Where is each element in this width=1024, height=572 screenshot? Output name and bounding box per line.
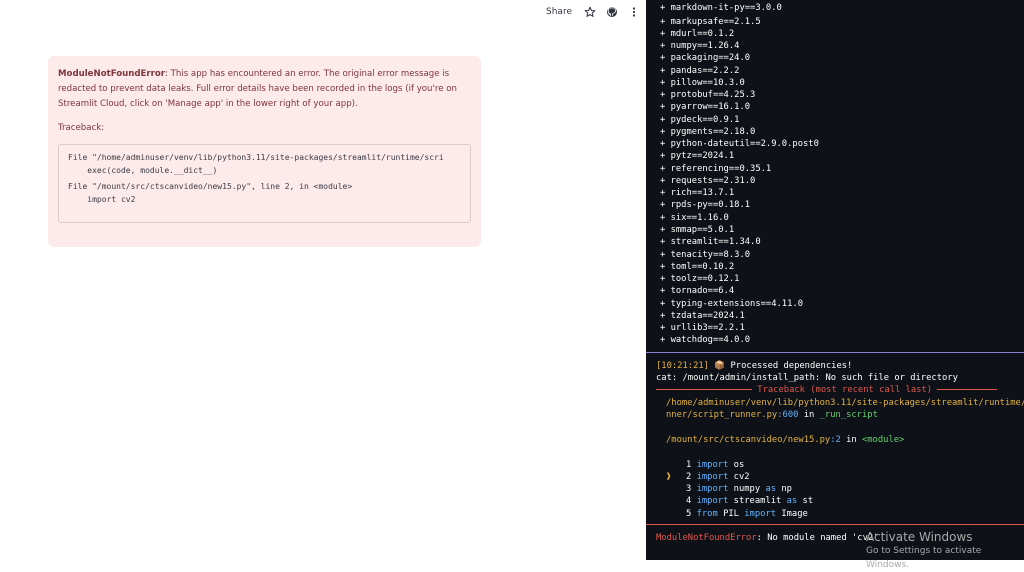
code-text: np xyxy=(776,484,792,494)
frame1-lineno: :600 xyxy=(777,410,799,420)
code-line-number: 2 xyxy=(686,472,692,482)
dependency-line: + protobuf==4.25.3 xyxy=(660,90,756,100)
watermark-title: Activate Windows xyxy=(866,530,973,544)
share-button[interactable]: Share xyxy=(546,7,572,17)
dependency-line: + pytz==2024.1 xyxy=(660,151,735,161)
dependency-line: + pandas==2.2.2 xyxy=(660,66,740,76)
traceback-line: import cv2 xyxy=(68,194,136,204)
error-alert: ModuleNotFoundError: This app has encoun… xyxy=(48,56,481,247)
dependency-line: + markupsafe==2.1.5 xyxy=(660,17,761,27)
dependency-line: + python-dateutil==2.9.0.post0 xyxy=(660,139,819,149)
dependency-line: + typing-extensions==4.11.0 xyxy=(660,299,803,309)
frame1-file: nner/script_runner.py xyxy=(666,410,778,420)
activate-windows-watermark: Activate Windows Go to Settings to activ… xyxy=(866,530,1024,572)
code-keyword: import xyxy=(696,460,729,470)
current-line-arrow-icon: ❱ xyxy=(666,472,672,482)
frame1-in: in xyxy=(798,410,820,420)
error-message: ModuleNotFoundError: This app has encoun… xyxy=(58,67,471,112)
frame2-lineno: :2 xyxy=(830,435,841,445)
processed-text: 📦 Processed dependencies! xyxy=(714,361,853,371)
code-keyword: import xyxy=(696,484,729,494)
frame2-function: <module> xyxy=(861,435,905,445)
frame2-file: /mount/src/ctscanvideo/new15.py xyxy=(666,435,831,445)
dependency-line: + markdown-it-py==3.0.0 xyxy=(660,3,782,13)
traceback-header: Traceback (most recent call last) xyxy=(656,384,1024,396)
traceback-label: Traceback: xyxy=(58,123,105,133)
dependency-line: + toml==0.10.2 xyxy=(660,262,735,272)
frame1-function: _run_script xyxy=(819,410,878,420)
traceback-bottom-border xyxy=(646,524,1024,525)
dependency-line: + tenacity==8.3.0 xyxy=(660,250,751,260)
dependency-line: + mdurl==0.1.2 xyxy=(660,29,735,39)
final-error-message: : No module named 'cv2' xyxy=(756,533,879,543)
dependency-line: + pyarrow==16.1.0 xyxy=(660,102,751,112)
star-icon[interactable] xyxy=(584,6,596,18)
dependency-line: + smmap==5.0.1 xyxy=(660,225,735,235)
dependency-line: + six==1.16.0 xyxy=(660,213,729,223)
dependency-line: + watchdog==4.0.0 xyxy=(660,335,751,345)
traceback-code-block[interactable]: File "/home/adminuser/venv/lib/python3.1… xyxy=(58,144,471,223)
log-timestamp: [10:21:21] xyxy=(656,361,709,371)
dependency-line: + rich==13.7.1 xyxy=(660,188,735,198)
github-icon[interactable] xyxy=(606,6,618,18)
final-error-line: ModuleNotFoundError: No module named 'cv… xyxy=(656,532,878,544)
code-keyword: as xyxy=(786,496,798,506)
log-divider xyxy=(646,352,1024,353)
code-text: Image xyxy=(776,509,808,519)
code-text: numpy xyxy=(728,484,766,494)
code-line: 3 import numpy as np xyxy=(666,483,792,495)
code-line-highlighted: ❱ 2 import cv2 xyxy=(666,471,750,483)
dependency-line: + tzdata==2024.1 xyxy=(660,311,745,321)
frame2-in: in xyxy=(840,435,862,445)
dependency-line: + requests==2.31.0 xyxy=(660,176,756,186)
code-text: st xyxy=(797,496,814,506)
code-line-number: 4 xyxy=(686,496,692,506)
dependency-line: + streamlit==1.34.0 xyxy=(660,237,761,247)
code-line-number: 1 xyxy=(686,460,692,470)
app-main-area: Share ModuleNotFoundError: This app has … xyxy=(0,0,646,560)
code-line: 5 from PIL import Image xyxy=(666,508,808,520)
traceback-line: exec(code, module.__dict__) xyxy=(68,165,218,175)
dependency-line: + pygments==2.18.0 xyxy=(660,127,756,137)
traceback-line: File "/mount/src/ctscanvideo/new15.py", … xyxy=(68,182,353,191)
code-text: PIL xyxy=(717,509,745,519)
cat-error-line: cat: /mount/admin/install_path: No such … xyxy=(656,373,958,383)
code-line: 1 import os xyxy=(666,459,744,471)
frame2-location: /mount/src/ctscanvideo/new15.py:2 in <mo… xyxy=(666,434,904,446)
app-toolbar: Share xyxy=(546,4,640,20)
processed-line: [10:21:21] 📦 Processed dependencies! xyxy=(656,360,852,372)
dependency-line: + referencing==0.35.1 xyxy=(660,164,772,174)
code-text: cv2 xyxy=(728,472,750,482)
code-line-number: 3 xyxy=(686,484,692,494)
frame1-path-text: /home/adminuser/venv/lib/python3.11/site… xyxy=(666,398,1024,408)
log-console-panel[interactable]: + markdown-it-py==3.0.0 + markupsafe==2.… xyxy=(646,0,1024,560)
frame1-path: /home/adminuser/venv/lib/python3.11/site… xyxy=(666,397,1024,409)
dependency-line: + pillow==10.3.0 xyxy=(660,78,745,88)
dependency-line: + tornado==6.4 xyxy=(660,286,735,296)
traceback-rule-left xyxy=(656,389,752,390)
dependency-line: + toolz==0.12.1 xyxy=(660,274,740,284)
traceback-rule-right xyxy=(937,389,998,390)
final-error-type: ModuleNotFoundError xyxy=(656,533,757,543)
code-text: streamlit xyxy=(728,496,787,506)
code-line-number: 5 xyxy=(686,509,692,519)
frame1-location: nner/script_runner.py:600 in _run_script xyxy=(666,409,878,421)
code-keyword: import xyxy=(696,472,729,482)
more-vertical-icon[interactable] xyxy=(628,6,640,18)
traceback-header-text: Traceback (most recent call last) xyxy=(757,385,933,395)
code-keyword: import xyxy=(744,509,777,519)
dependency-line: + numpy==1.26.4 xyxy=(660,41,740,51)
code-keyword: import xyxy=(696,496,729,506)
dependency-line: + urllib3==2.2.1 xyxy=(660,323,745,333)
dependency-line: + rpds-py==0.18.1 xyxy=(660,200,751,210)
code-keyword: as xyxy=(765,484,777,494)
code-line: 4 import streamlit as st xyxy=(666,495,813,507)
dependency-line: + packaging==24.0 xyxy=(660,53,751,63)
watermark-subtitle: Go to Settings to activate Windows. xyxy=(866,546,982,570)
traceback-line: File "/home/adminuser/venv/lib/python3.1… xyxy=(68,153,444,162)
code-keyword: from xyxy=(696,509,718,519)
dependency-line: + pydeck==0.9.1 xyxy=(660,115,740,125)
error-type: ModuleNotFoundError xyxy=(58,69,166,79)
code-text: os xyxy=(728,460,745,470)
